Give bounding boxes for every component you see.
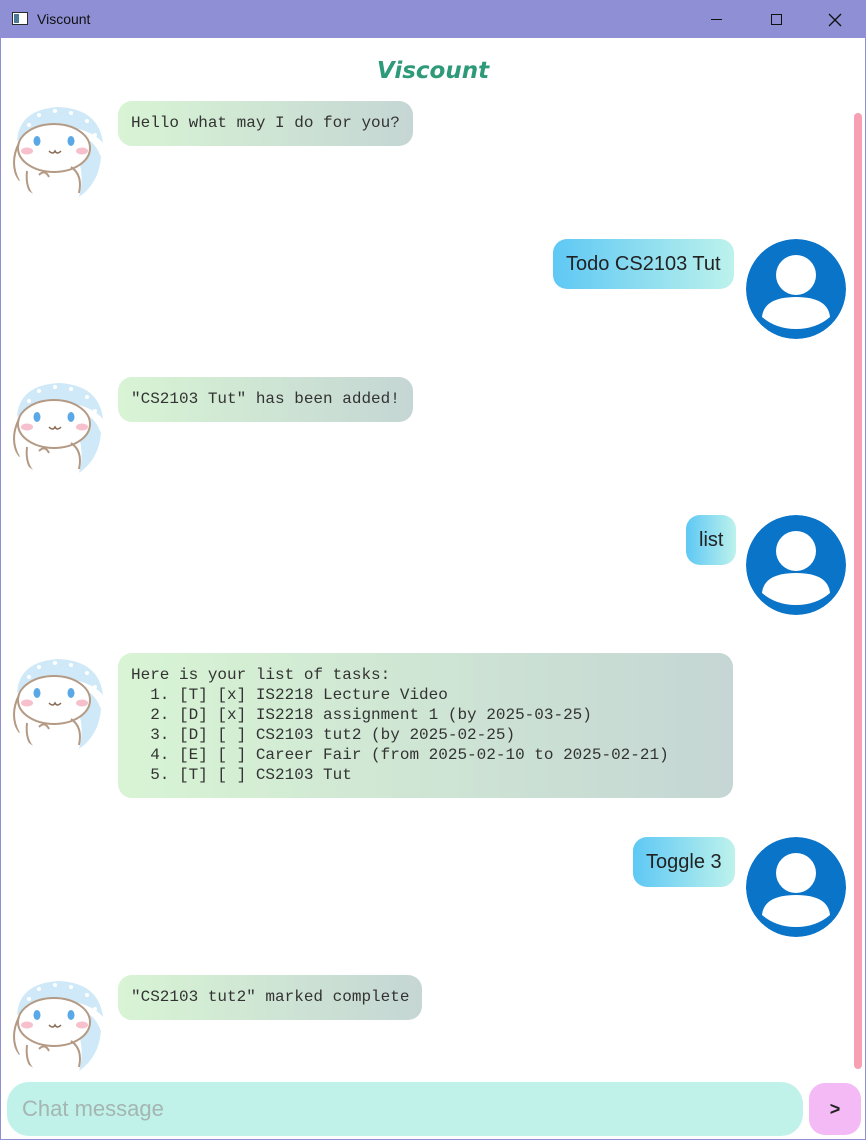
user-avatar-icon — [746, 239, 846, 339]
chat-dialog-list: Hello what may I do for you? Todo CS2103… — [1, 1, 865, 1139]
user-message-bubble: list — [686, 515, 737, 565]
bot-avatar — [9, 377, 109, 477]
bot-avatar-icon — [9, 975, 109, 1075]
chat-input-container — [7, 1082, 803, 1136]
user-avatar — [746, 837, 846, 937]
bot-avatar-icon — [9, 377, 109, 477]
app-window: Viscount Viscount Hello what may I do fo… — [0, 0, 866, 1140]
bot-avatar — [9, 653, 109, 753]
user-message-bubble: Toggle 3 — [633, 837, 735, 887]
bot-avatar — [9, 975, 109, 1075]
user-avatar-icon — [746, 515, 846, 615]
bot-message-bubble: Hello what may I do for you? — [118, 101, 413, 146]
send-button[interactable]: > — [809, 1083, 861, 1135]
user-avatar-icon — [746, 837, 846, 937]
bot-message-bubble: "CS2103 Tut" has been added! — [118, 377, 413, 422]
bot-message-bubble: Here is your list of tasks: 1. [T] [x] I… — [118, 653, 733, 798]
bot-message-bubble: "CS2103 tut2" marked complete — [118, 975, 423, 1020]
user-avatar — [746, 515, 846, 615]
bot-avatar-icon — [9, 101, 109, 201]
bot-avatar — [9, 101, 109, 201]
user-message-bubble: Todo CS2103 Tut — [553, 239, 734, 289]
bot-avatar-icon — [9, 653, 109, 753]
chat-message-input[interactable] — [7, 1082, 803, 1136]
user-avatar — [746, 239, 846, 339]
